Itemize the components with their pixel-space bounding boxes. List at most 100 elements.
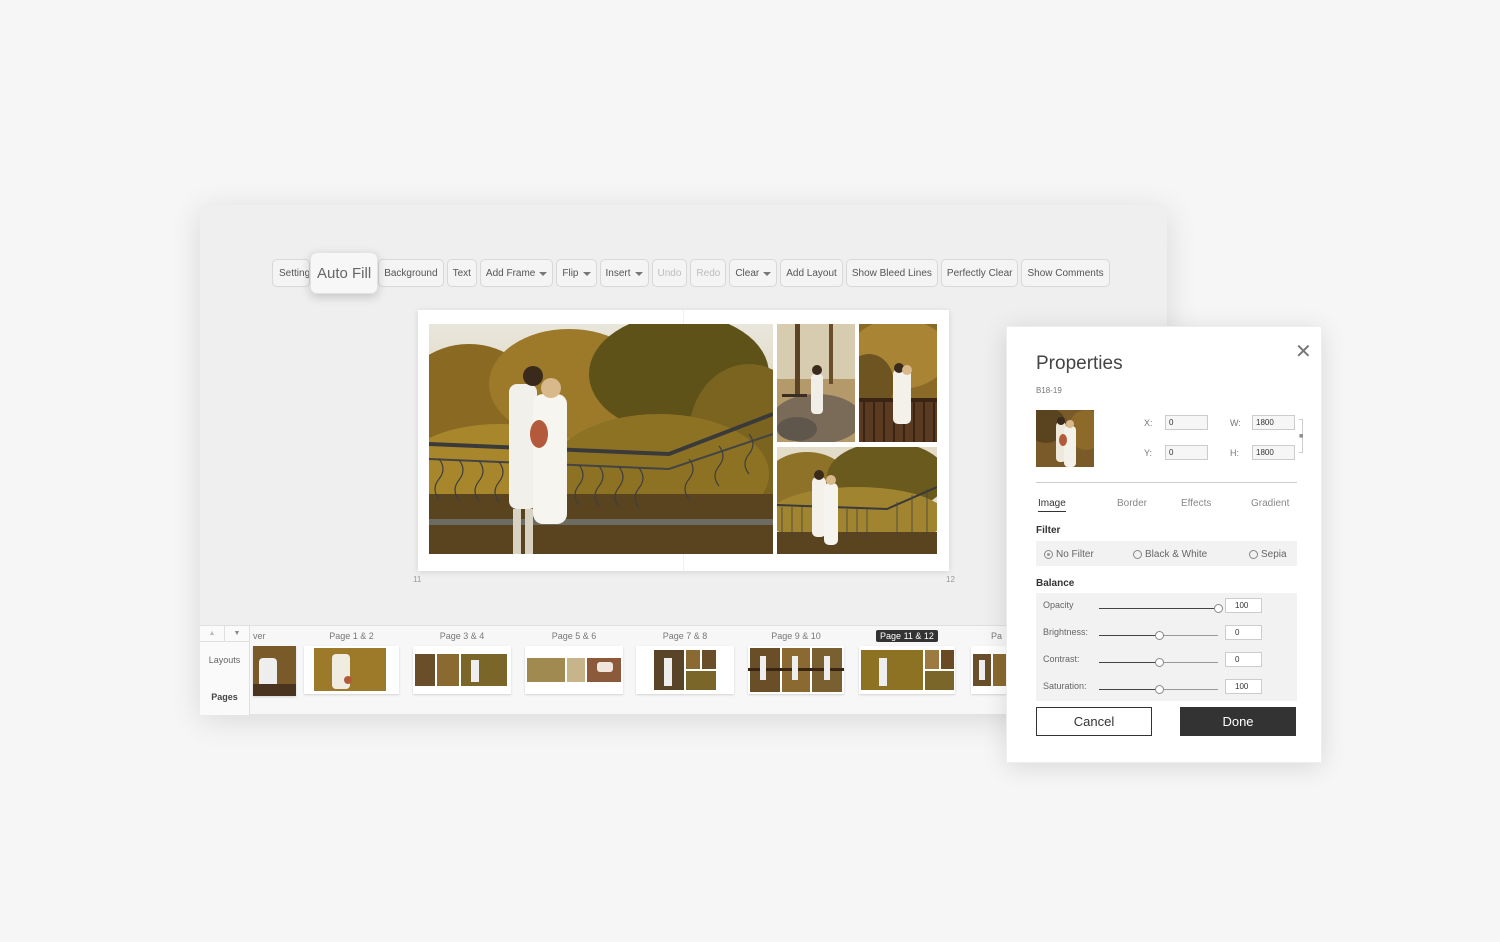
thumbnail-page-1-2[interactable]: Page 1 & 2 [304,626,399,694]
page-thumbnail-strip: ver Page 1 & 2 Page 3 & 4 Page 5 & 6 Pag… [251,626,1006,715]
insert-button[interactable]: Insert [599,259,649,287]
brightness-field[interactable]: 0 [1225,625,1262,640]
saturation-slider[interactable] [1099,685,1218,694]
done-button[interactable]: Done [1180,707,1296,736]
cancel-button[interactable]: Cancel [1036,707,1152,736]
tab-gradient[interactable]: Gradient [1251,498,1289,509]
left-page-number: 11 [413,575,422,584]
tab-effects[interactable]: Effects [1181,498,1211,509]
thumbnail-page-3-4[interactable]: Page 3 & 4 [413,626,511,694]
y-field[interactable]: 0 [1165,445,1208,460]
scroll-up-icon[interactable]: ▲ [200,626,225,641]
no-filter-label: No Filter [1056,549,1094,560]
thumbnail-next[interactable]: Pa [971,626,1006,694]
thumbnail-page-7-8[interactable]: Page 7 & 8 [636,626,734,694]
radio-icon [1133,550,1142,559]
tab-border[interactable]: Border [1117,498,1147,509]
x-label: X: [1144,418,1153,428]
clear-button[interactable]: Clear [729,259,778,287]
sepia-radio[interactable]: Sepia [1249,549,1287,560]
scroll-down-icon[interactable]: ▼ [225,626,249,641]
chevron-down-icon [539,272,548,276]
x-field[interactable]: 0 [1165,415,1208,430]
thumbnail-page-9-10[interactable]: Page 9 & 10 [748,626,844,694]
slider-handle[interactable] [1214,604,1223,613]
background-label: Background [384,267,438,279]
chevron-down-icon [634,272,643,276]
panel-side-nav: ▲ ▼ Layouts Pages [200,626,250,715]
thumbnail-page-11-12[interactable]: Page 11 & 12 [859,626,955,694]
settings-button[interactable]: Setting [272,259,310,287]
add-layout-button[interactable]: Add Layout [780,259,843,287]
main-photo-frame[interactable] [429,324,773,554]
radio-icon [1249,550,1258,559]
couple-on-bridge-photo [429,324,773,554]
auto-fill-button[interactable]: Auto Fill [310,252,379,294]
text-label: Text [452,267,471,279]
couple-standing-bridge-photo [777,447,937,554]
text-button[interactable]: Text [446,259,477,287]
thumbnail-label: Page 7 & 8 [662,631,708,641]
thumbnail-label-active: Page 11 & 12 [876,630,938,642]
redo-button[interactable]: Redo [690,259,727,287]
opacity-field[interactable]: 100 [1225,598,1262,613]
couple-on-rocks-photo [777,324,855,442]
show-bleed-lines-label: Show Bleed Lines [851,267,932,279]
slider-handle[interactable] [1154,631,1164,640]
contrast-field[interactable]: 0 [1225,652,1262,667]
flip-button[interactable]: Flip [556,259,597,287]
right-page-number: 12 [946,575,955,584]
selected-image-preview [1036,410,1094,467]
close-icon[interactable]: ✕ [1295,339,1312,364]
insert-label: Insert [605,267,631,279]
contrast-label: Contrast: [1043,654,1080,664]
add-layout-label: Add Layout [786,267,837,279]
thumbnail-cover[interactable]: ver [251,626,299,696]
redo-label: Redo [696,267,721,279]
contrast-slider[interactable] [1099,658,1218,667]
undo-button[interactable]: Undo [651,259,688,287]
show-bleed-lines-button[interactable]: Show Bleed Lines [845,259,938,287]
black-white-radio[interactable]: Black & White [1133,549,1207,560]
thumbnail-label: ver [253,631,266,641]
tab-image[interactable]: Image [1038,498,1066,512]
editor-toolbar: Setting Auto Fill Background Text Add Fr… [272,252,1110,294]
add-frame-button[interactable]: Add Frame [479,259,554,287]
slider-fill [1099,608,1218,609]
h-label: H: [1230,448,1239,458]
saturation-field[interactable]: 100 [1225,679,1262,694]
background-button[interactable]: Background [378,259,444,287]
thumbnail-label: Page 1 & 2 [329,631,374,641]
radio-selected-icon [1044,550,1053,559]
filter-heading: Filter [1036,525,1061,536]
page-spread [418,310,949,571]
slider-fill [1099,662,1159,663]
lock-icon[interactable]: ■ [1299,433,1303,440]
tab-layouts[interactable]: Layouts [200,655,249,665]
properties-title: Properties [1036,353,1123,374]
brightness-slider[interactable] [1099,631,1218,640]
photo-frame-bottom-right[interactable] [777,447,937,554]
preview-photo [1036,410,1094,467]
thumbnail-label: Page 5 & 6 [551,631,597,641]
slider-handle[interactable] [1154,658,1164,667]
height-field[interactable]: 1800 [1252,445,1295,460]
slider-handle[interactable] [1154,685,1164,694]
perfectly-clear-button[interactable]: Perfectly Clear [940,259,1019,287]
brightness-label: Brightness: [1043,627,1089,637]
clear-label: Clear [735,267,760,279]
no-filter-radio[interactable]: No Filter [1044,549,1094,560]
opacity-label: Opacity [1043,600,1074,610]
width-field[interactable]: 1800 [1252,415,1295,430]
photo-frame-top-right[interactable] [859,324,937,442]
properties-panel: Properties ✕ B18-19 X: 0 W: 1800 Y: 0 H:… [1006,326,1322,763]
opacity-slider[interactable] [1099,604,1223,613]
thumbnail-page-5-6[interactable]: Page 5 & 6 [525,626,623,694]
tab-pages[interactable]: Pages [200,692,249,702]
section-divider [1036,482,1297,483]
show-comments-button[interactable]: Show Comments [1021,259,1110,287]
photo-frame-top-left[interactable] [777,324,855,442]
chevron-down-icon [763,272,772,276]
slider-fill [1099,689,1159,690]
thumbnail-label: Pa [991,631,1003,641]
